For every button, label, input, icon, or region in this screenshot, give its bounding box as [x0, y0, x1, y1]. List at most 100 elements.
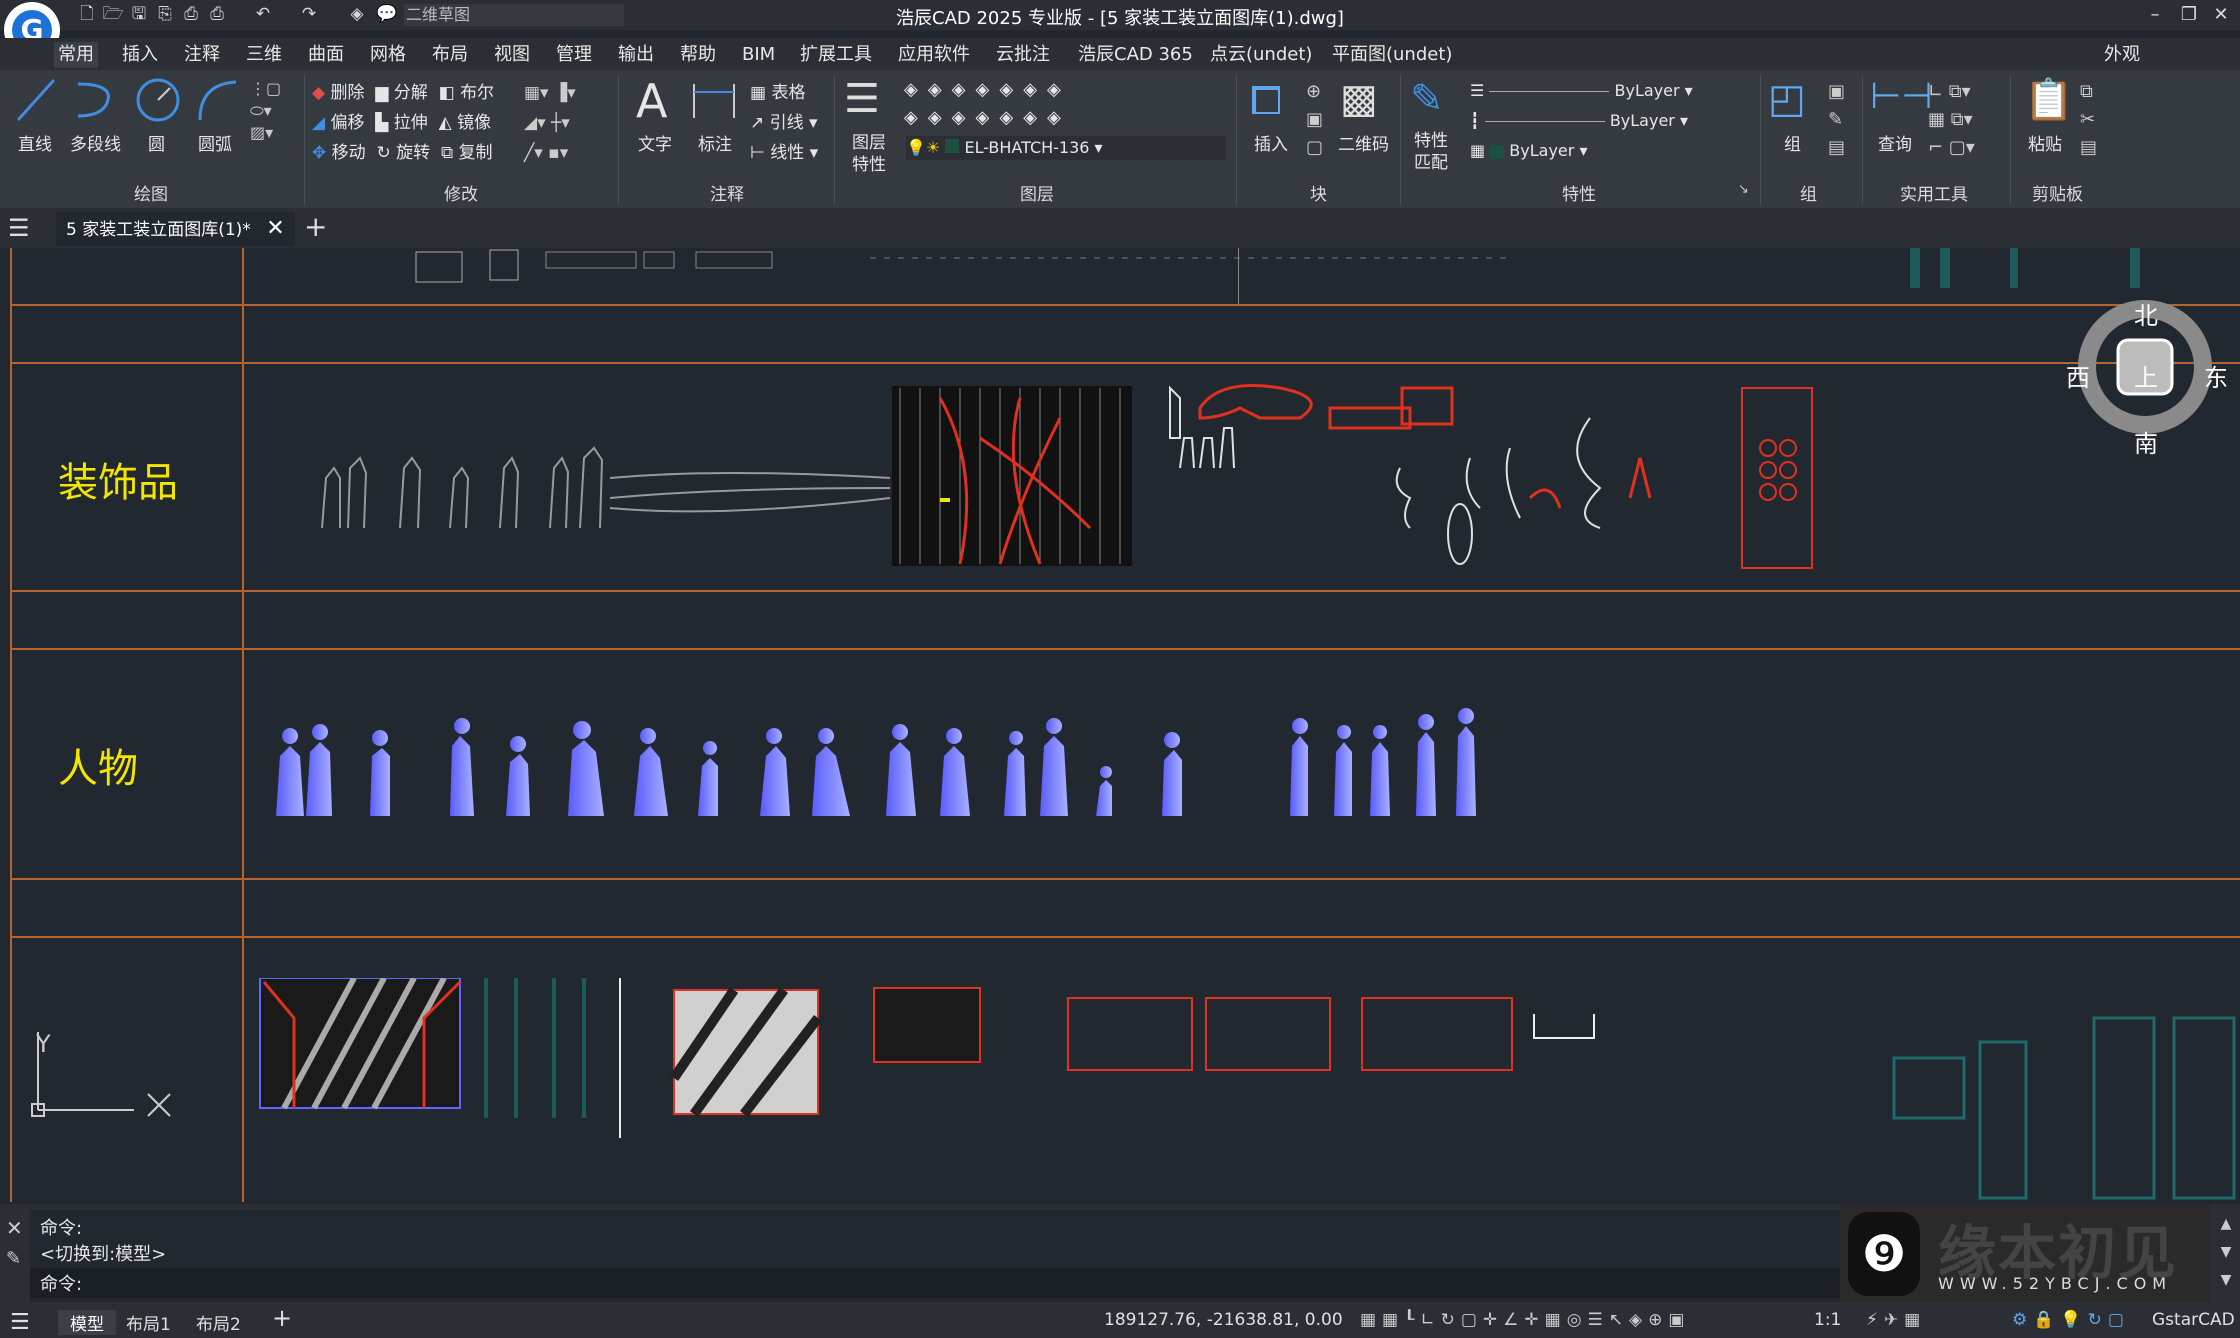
table-button[interactable]: 表格: [771, 83, 805, 103]
polyline-button[interactable]: 多段线: [70, 130, 121, 155]
save-icon[interactable]: 🖫: [128, 3, 150, 25]
command-settings-icon[interactable]: ✎: [6, 1248, 21, 1269]
leader-button[interactable]: 引线: [770, 113, 804, 133]
color-select[interactable]: ☰ ByLayer ▾: [1470, 76, 1758, 106]
layer-select[interactable]: 💡☀ EL-BHATCH-136 ▾: [906, 136, 1226, 160]
menu-layout[interactable]: 布局: [428, 42, 472, 68]
panel-launcher-icon[interactable]: ↘: [1738, 182, 1749, 197]
command-close-icon[interactable]: ✕: [6, 1216, 23, 1240]
print-icon[interactable]: ⎙: [206, 3, 228, 25]
layer-tools-icons[interactable]: ◈◈◈◈◈◈◈ ◈◈◈◈◈◈◈: [904, 76, 1071, 132]
compass-south[interactable]: 南: [2134, 424, 2158, 459]
menu-cloud-review[interactable]: 云批注: [992, 42, 1054, 68]
menu-home[interactable]: 常用: [54, 42, 98, 68]
minimize-icon[interactable]: –: [2140, 2, 2170, 28]
workspace-select[interactable]: 二维草图: [404, 4, 624, 26]
menu-gstar365[interactable]: 浩辰CAD 365: [1074, 42, 1197, 68]
compass-west[interactable]: 西: [2066, 358, 2090, 393]
menu-apps[interactable]: 应用软件: [894, 42, 974, 68]
menu-extensions[interactable]: 扩展工具: [796, 42, 876, 68]
block-small-icons[interactable]: ⊕ ▣ ▢: [1306, 78, 1323, 162]
utility-small-icons[interactable]: ∟ ⧉▾ ▦ ⧉▾ ⌐ ▢▾: [1928, 78, 1975, 162]
linetype-select[interactable]: ┇ ByLayer ▾: [1470, 106, 1758, 136]
close-icon[interactable]: ✕: [2206, 2, 2236, 28]
insert-block-button[interactable]: 插入: [1254, 130, 1288, 155]
menu-3d[interactable]: 三维: [242, 42, 286, 68]
tab-layout2[interactable]: 布局2: [196, 1310, 241, 1335]
rotate-button[interactable]: 旋转: [396, 143, 430, 163]
compass-north[interactable]: 北: [2134, 296, 2158, 331]
group-panel-label[interactable]: 组: [1800, 180, 1817, 205]
boolean-button[interactable]: 布尔: [460, 83, 494, 103]
new-file-icon[interactable]: 🗋: [76, 3, 98, 25]
undo-icon[interactable]: ↶: [252, 3, 274, 25]
paste-button[interactable]: 粘贴: [2028, 130, 2062, 155]
explode-button[interactable]: 分解: [394, 83, 428, 103]
layers-quick-icon[interactable]: ◈: [346, 3, 368, 25]
document-tab[interactable]: 5 家装工装立面图库(1)* ✕: [56, 212, 295, 246]
menu-bim[interactable]: BIM: [738, 42, 779, 68]
group-small-icons[interactable]: ▣ ✎ ▤: [1828, 78, 1845, 162]
offset-button[interactable]: 偏移: [330, 113, 364, 133]
status-settings-icons[interactable]: ⚙🔒💡↻▢: [2012, 1310, 2130, 1330]
block-panel-label[interactable]: 块: [1310, 180, 1327, 205]
plot-preview-icon[interactable]: ⎙: [180, 3, 202, 25]
stretch-button[interactable]: 拉伸: [394, 113, 428, 133]
move-button[interactable]: 移动: [332, 143, 366, 163]
match-properties-button[interactable]: 特性匹配: [1414, 130, 1454, 174]
open-file-icon[interactable]: 🗁: [102, 3, 124, 25]
layers-panel-label[interactable]: 图层: [1020, 180, 1054, 205]
menu-floorplan[interactable]: 平面图(undet): [1328, 42, 1456, 68]
arc-button[interactable]: 圆弧: [198, 130, 232, 155]
clipboard-panel-label[interactable]: 剪贴板: [2032, 180, 2083, 205]
line-button[interactable]: 直线: [18, 130, 52, 155]
menu-output[interactable]: 输出: [614, 42, 658, 68]
appearance-menu[interactable]: 外观: [2100, 42, 2144, 68]
modify-panel-label[interactable]: 修改: [444, 180, 478, 205]
tab-model[interactable]: 模型: [58, 1310, 116, 1335]
menu-annotate[interactable]: 注释: [180, 42, 224, 68]
menu-help[interactable]: 帮助: [676, 42, 720, 68]
circle-button[interactable]: 圆: [148, 130, 165, 155]
menu-pointcloud[interactable]: 点云(undet): [1206, 42, 1316, 68]
mirror-button[interactable]: 镜像: [457, 113, 491, 133]
save-as-icon[interactable]: ⎘: [154, 3, 176, 25]
add-layout-icon[interactable]: +: [272, 1304, 292, 1332]
menu-hamburger-icon[interactable]: ☰: [8, 214, 30, 242]
text-button[interactable]: 文字: [638, 130, 672, 155]
query-button[interactable]: 查询: [1878, 130, 1912, 155]
drawing-canvas[interactable]: 装饰品 人物 Y 北 南 东 西 上: [0, 248, 2240, 1202]
draw-extra-icons[interactable]: ⋮▢ ⬭▾ ▨▾: [250, 78, 281, 144]
command-scrollbar[interactable]: ▲ ▼ ▼: [2214, 1210, 2238, 1300]
linear-button[interactable]: 线性: [770, 143, 804, 163]
annotation-scale[interactable]: 1:1: [1814, 1310, 1841, 1330]
menu-mesh[interactable]: 网格: [366, 42, 410, 68]
menu-view[interactable]: 视图: [490, 42, 534, 68]
qrcode-button[interactable]: 二维码: [1338, 130, 1389, 155]
viewcube-top-face[interactable]: 上: [2134, 358, 2158, 393]
annotate-panel-label[interactable]: 注释: [710, 180, 744, 205]
copy-button[interactable]: 复制: [458, 143, 492, 163]
menu-surface[interactable]: 曲面: [304, 42, 348, 68]
status-toggle-icons[interactable]: ▦▦┖∟↻▢✛∠✛▦◎☰↖◈⊕▣: [1360, 1310, 1690, 1330]
utilities-panel-label[interactable]: 实用工具: [1900, 180, 1968, 205]
new-tab-icon[interactable]: +: [304, 210, 327, 243]
tab-layout1[interactable]: 布局1: [126, 1310, 171, 1335]
command-input[interactable]: [30, 1268, 1840, 1298]
menu-manage[interactable]: 管理: [552, 42, 596, 68]
restore-icon[interactable]: ❐: [2174, 2, 2204, 28]
clipboard-small-icons[interactable]: ⧉ ✂ ▤: [2080, 78, 2097, 162]
properties-panel-label[interactable]: 特性: [1562, 180, 1596, 205]
layer-properties-button[interactable]: 图层特性: [852, 132, 892, 176]
lineweight-select[interactable]: ▦ ByLayer ▾: [1470, 136, 1758, 166]
delete-button[interactable]: 删除: [330, 83, 364, 103]
menu-insert[interactable]: 插入: [118, 42, 162, 68]
status-right-icons[interactable]: ⚡✈▦: [1866, 1310, 1926, 1330]
close-tab-icon[interactable]: ✕: [266, 216, 284, 241]
draw-panel-label[interactable]: 绘图: [134, 180, 168, 205]
layout-menu-icon[interactable]: ☰: [10, 1310, 30, 1335]
compass-east[interactable]: 东: [2204, 358, 2228, 393]
redo-icon[interactable]: ↷: [298, 3, 320, 25]
group-button[interactable]: 组: [1784, 130, 1801, 155]
comment-icon[interactable]: 💬: [376, 3, 398, 25]
